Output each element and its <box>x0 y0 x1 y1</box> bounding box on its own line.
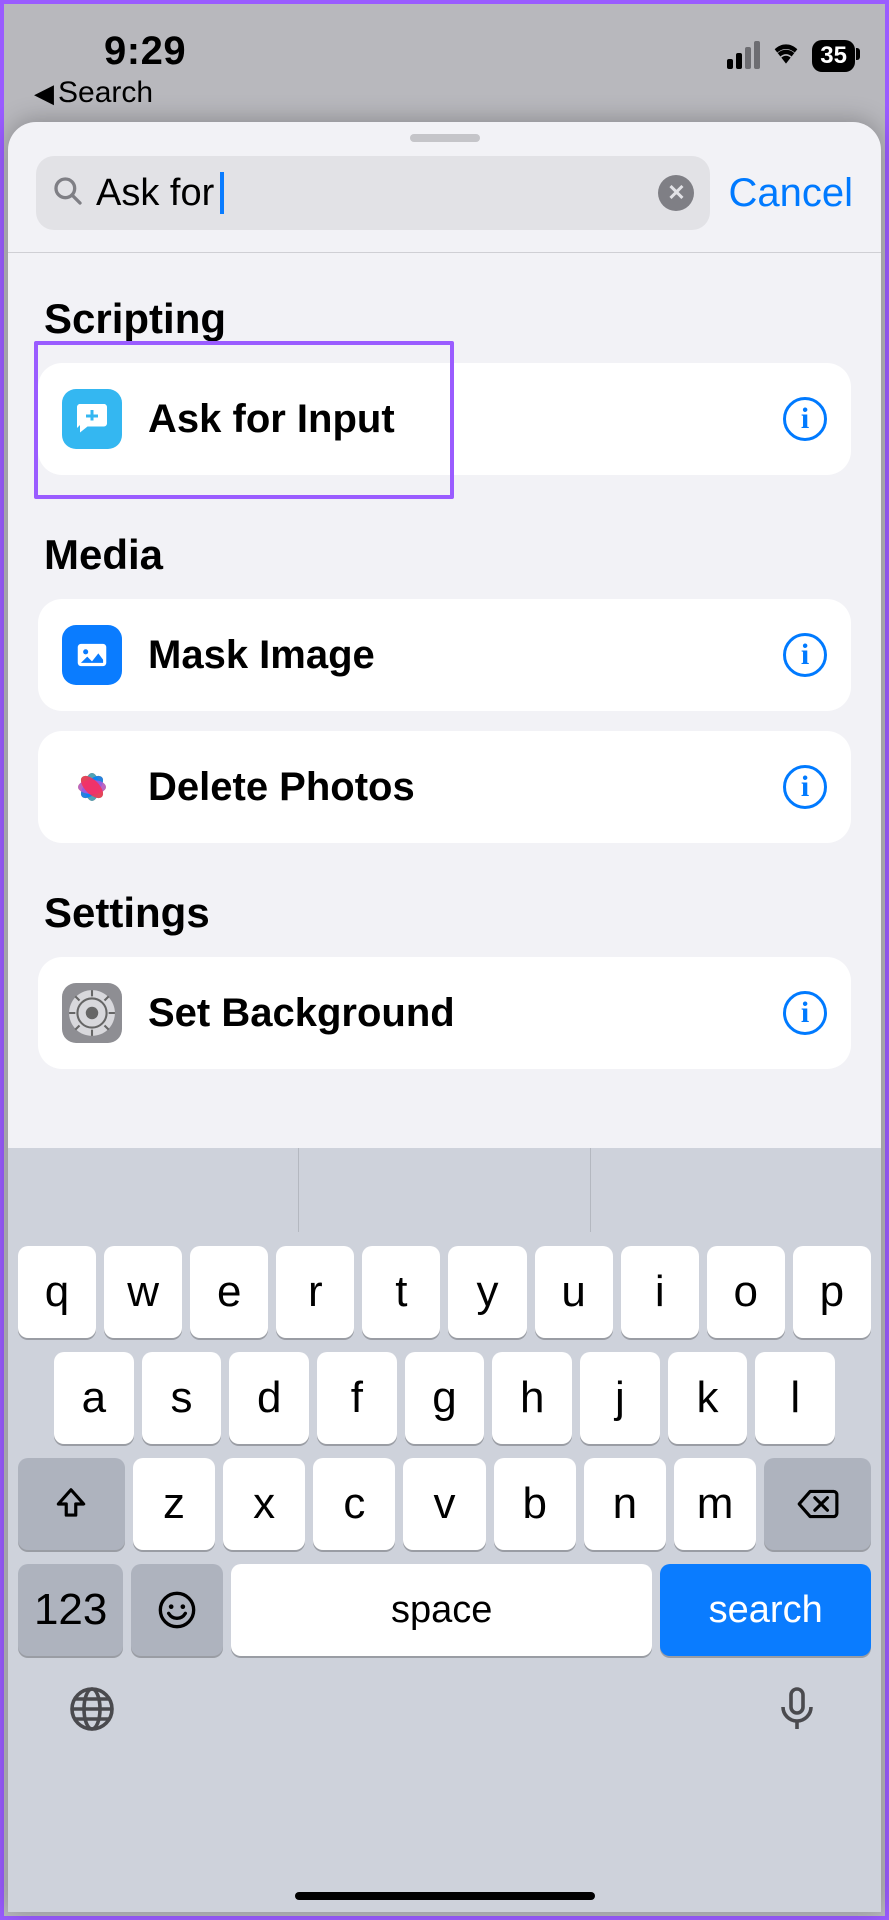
key-y[interactable]: y <box>448 1246 526 1338</box>
key-i[interactable]: i <box>621 1246 699 1338</box>
numbers-key[interactable]: 123 <box>18 1564 123 1656</box>
key-h[interactable]: h <box>492 1352 572 1444</box>
search-row: Ask for ✕ Cancel <box>8 156 881 252</box>
sheet-grabber[interactable] <box>410 134 480 142</box>
key-n[interactable]: n <box>584 1458 666 1550</box>
key-p[interactable]: p <box>793 1246 871 1338</box>
key-b[interactable]: b <box>494 1458 576 1550</box>
cellular-icon <box>727 43 760 69</box>
key-g[interactable]: g <box>405 1352 485 1444</box>
key-m[interactable]: m <box>674 1458 756 1550</box>
search-icon <box>52 175 84 212</box>
mask-image-icon <box>62 625 122 685</box>
action-ask-for-input[interactable]: Ask for Input i <box>38 363 851 475</box>
wifi-icon <box>770 37 802 74</box>
key-e[interactable]: e <box>190 1246 268 1338</box>
delete-key[interactable] <box>764 1458 871 1550</box>
text-caret <box>220 172 224 214</box>
settings-icon <box>62 983 122 1043</box>
keyboard-bottom-bar <box>8 1656 881 1766</box>
key-u[interactable]: u <box>535 1246 613 1338</box>
results-list[interactable]: Scripting Ask for Input i Media Mask Ima… <box>8 285 881 1115</box>
key-w[interactable]: w <box>104 1246 182 1338</box>
back-label: Search <box>58 76 153 110</box>
key-s[interactable]: s <box>142 1352 222 1444</box>
key-a[interactable]: a <box>54 1352 134 1444</box>
action-sheet: Ask for ✕ Cancel Scripting Ask for Input… <box>8 122 881 1912</box>
key-v[interactable]: v <box>403 1458 485 1550</box>
search-input-text: Ask for <box>96 172 224 215</box>
key-d[interactable]: d <box>229 1352 309 1444</box>
key-j[interactable]: j <box>580 1352 660 1444</box>
status-indicators: 35 <box>727 37 855 74</box>
back-to-search[interactable]: ◀ Search <box>4 76 885 124</box>
key-o[interactable]: o <box>707 1246 785 1338</box>
battery-indicator: 35 <box>812 40 855 72</box>
space-key[interactable]: space <box>231 1564 652 1656</box>
action-mask-image[interactable]: Mask Image i <box>38 599 851 711</box>
key-l[interactable]: l <box>755 1352 835 1444</box>
keyboard: qwertyuiop asdfghjkl zxcvbnm 123 space s… <box>8 1148 881 1912</box>
action-set-background[interactable]: Set Background i <box>38 957 851 1069</box>
key-f[interactable]: f <box>317 1352 397 1444</box>
cancel-button[interactable]: Cancel <box>728 171 853 216</box>
dictation-key[interactable] <box>773 1685 821 1738</box>
key-x[interactable]: x <box>223 1458 305 1550</box>
chevron-left-icon: ◀ <box>34 78 54 109</box>
section-header-settings: Settings <box>38 863 851 957</box>
clear-search-button[interactable]: ✕ <box>658 175 694 211</box>
section-header-media: Media <box>38 495 851 599</box>
action-delete-photos[interactable]: Delete Photos i <box>38 731 851 843</box>
action-label: Delete Photos <box>148 765 783 810</box>
info-button[interactable]: i <box>783 397 827 441</box>
section-header-scripting: Scripting <box>38 285 851 363</box>
key-k[interactable]: k <box>668 1352 748 1444</box>
divider <box>8 252 881 253</box>
search-key[interactable]: search <box>660 1564 871 1656</box>
home-indicator[interactable] <box>295 1892 595 1900</box>
info-button[interactable]: i <box>783 991 827 1035</box>
key-c[interactable]: c <box>313 1458 395 1550</box>
key-z[interactable]: z <box>133 1458 215 1550</box>
status-time: 9:29 <box>34 29 186 74</box>
key-r[interactable]: r <box>276 1246 354 1338</box>
emoji-key[interactable] <box>131 1564 223 1656</box>
predictive-bar[interactable] <box>8 1148 881 1232</box>
key-t[interactable]: t <box>362 1246 440 1338</box>
shift-key[interactable] <box>18 1458 125 1550</box>
photos-app-icon <box>62 757 122 817</box>
search-field[interactable]: Ask for ✕ <box>36 156 710 230</box>
action-label: Mask Image <box>148 633 783 678</box>
status-bar: 9:29 35 <box>4 4 885 76</box>
ask-for-input-icon <box>62 389 122 449</box>
info-button[interactable]: i <box>783 633 827 677</box>
action-label: Set Background <box>148 991 783 1036</box>
action-label: Ask for Input <box>148 397 783 442</box>
info-button[interactable]: i <box>783 765 827 809</box>
key-q[interactable]: q <box>18 1246 96 1338</box>
globe-key[interactable] <box>68 1685 116 1738</box>
